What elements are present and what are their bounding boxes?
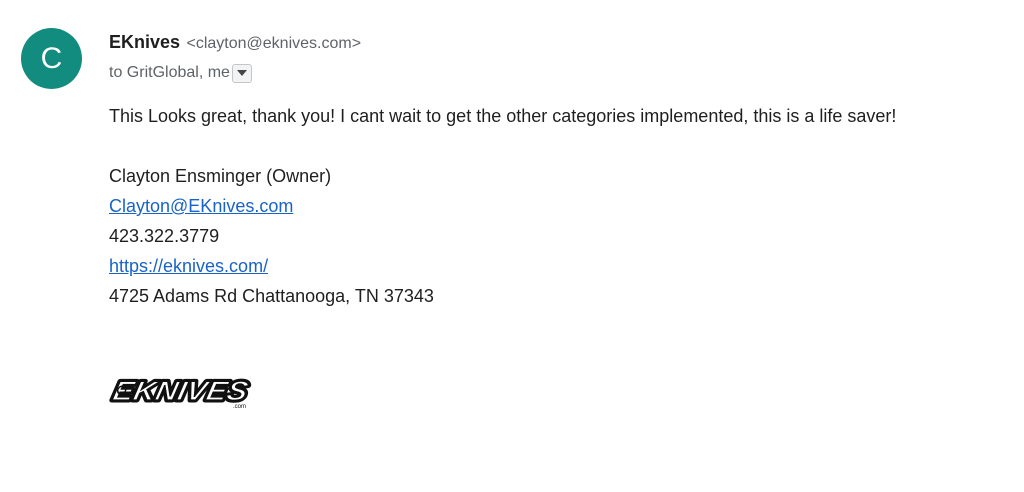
avatar-initial: C bbox=[40, 41, 63, 75]
signature-email-link[interactable]: Clayton@EKnives.com bbox=[109, 196, 293, 216]
show-details-button[interactable] bbox=[231, 63, 252, 83]
recipients-text: to GritGlobal, me bbox=[109, 64, 230, 81]
email-message: C EKnives <clayton@eknives.com> to GritG… bbox=[0, 0, 1024, 492]
sender-line: EKnives <clayton@eknives.com> bbox=[109, 31, 361, 53]
caret-down-icon bbox=[236, 70, 247, 76]
sender-email[interactable]: <clayton@eknives.com> bbox=[187, 35, 362, 52]
signature-phone: 423.322.3779 bbox=[109, 226, 220, 246]
signature-name: Clayton Ensminger (Owner) bbox=[109, 166, 332, 186]
signature-website-link[interactable]: https://eknives.com/ bbox=[109, 256, 268, 276]
message-text: This Looks great, thank you! I cant wait… bbox=[109, 106, 897, 126]
sender-name[interactable]: EKnives bbox=[109, 32, 180, 52]
svg-text:EKNIVES: EKNIVES bbox=[110, 375, 251, 406]
signature-address: 4725 Adams Rd Chattanooga, TN 37343 bbox=[109, 286, 434, 306]
recipients-line: to GritGlobal, me bbox=[109, 62, 361, 84]
eknives-logo: EKNIVES EKNIVES .com bbox=[109, 373, 253, 410]
svg-text:.com: .com bbox=[233, 404, 246, 410]
sender-avatar[interactable]: C bbox=[21, 28, 82, 89]
email-body: This Looks great, thank you! I cant wait… bbox=[109, 104, 896, 314]
email-header: EKnives <clayton@eknives.com> to GritGlo… bbox=[109, 31, 361, 84]
